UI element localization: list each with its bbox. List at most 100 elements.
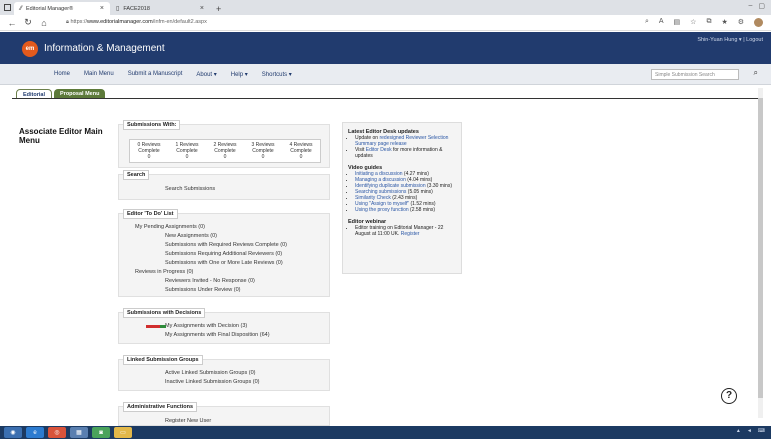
os-taskbar: ◉ e ◎ ▦ ◙ ▭ ▲ ◄ ⌨ xyxy=(0,426,771,439)
folder-icon[interactable]: ▭ xyxy=(114,427,132,438)
browser-tab-face2018[interactable]: ▯ FACE2018 × xyxy=(110,2,210,15)
tab-label: FACE2018 xyxy=(123,5,150,12)
panel-legend: Editor 'To Do' List xyxy=(123,209,178,219)
active-linked-groups[interactable]: Active Linked Submission Groups (0) xyxy=(165,370,255,376)
tab-label: Editorial Manager® xyxy=(26,5,74,12)
reviews-column[interactable]: 1 Reviews Complete 0 xyxy=(168,140,206,162)
search-icon[interactable]: ⌕ xyxy=(645,18,649,27)
profile-avatar[interactable] xyxy=(754,18,763,27)
update-item: Visit Editor Desk for more information &… xyxy=(355,147,456,159)
read-aloud-icon[interactable]: A xyxy=(659,18,664,27)
url-path: /infm-en/default2.aspx xyxy=(152,19,207,25)
extensions-icon[interactable]: ⚙ xyxy=(738,18,744,27)
close-icon[interactable]: × xyxy=(100,5,104,12)
linked-groups-panel: Linked Submission Groups Active Linked S… xyxy=(118,355,330,391)
language-icon[interactable]: ⌨ xyxy=(758,428,765,434)
column-count: 0 xyxy=(223,154,227,160)
main-nav: Home Main Menu Submit a Manuscript About… xyxy=(0,64,771,85)
todo-item[interactable]: New Assignments (0) xyxy=(165,233,217,239)
todo-item[interactable]: Reviewers Invited - No Response (0) xyxy=(165,278,255,284)
new-tab-icon[interactable]: + xyxy=(210,2,227,15)
user-menu[interactable]: Shin-Yuan Hung ▾ | Logout xyxy=(697,37,763,43)
document-icon: ▯ xyxy=(116,6,120,12)
reviews-column[interactable]: 2 Reviews Complete 0 xyxy=(206,140,244,162)
network-icon[interactable]: ▲ xyxy=(736,428,741,434)
column-count: 0 xyxy=(185,154,189,160)
decision-link[interactable]: My Assignments with Decision (3) xyxy=(165,323,247,329)
search-icon[interactable]: ⌕ xyxy=(754,68,758,78)
column-count: 0 xyxy=(299,154,303,160)
reviews-column[interactable]: 0 Reviews Complete 0 xyxy=(130,140,168,162)
editor-desk-updates: Latest Editor Desk updates Update on red… xyxy=(342,122,462,274)
app-icon[interactable]: ▦ xyxy=(70,427,88,438)
tab-favicon-icon: ⁄⁄ xyxy=(20,5,23,12)
decision-status-bar xyxy=(160,325,166,328)
column-count: 0 xyxy=(261,154,265,160)
panel-legend: Linked Submission Groups xyxy=(123,355,203,365)
favorite-icon[interactable]: ☆ xyxy=(690,18,696,27)
em-logo[interactable]: em xyxy=(22,41,38,57)
tab-actions-icon[interactable] xyxy=(0,0,14,15)
url-prefix: https:// xyxy=(70,19,87,25)
window-controls: – ▢ xyxy=(748,2,765,10)
panel-legend: Submissions with Decisions xyxy=(123,308,206,318)
reviews-table: 0 Reviews Complete 0 1 Reviews Complete 0 2 … xyxy=(129,139,321,163)
search-panel: Search Search Submissions xyxy=(118,170,330,200)
register-user-link[interactable]: Register New User xyxy=(165,418,211,424)
submission-search-input[interactable]: Simple Submission Search xyxy=(651,69,739,80)
todo-item[interactable]: Submissions Requiring Additional Reviewe… xyxy=(165,251,282,257)
inactive-linked-groups[interactable]: Inactive Linked Submission Groups (0) xyxy=(165,379,259,385)
maximize-icon[interactable]: ▢ xyxy=(758,2,765,10)
favorites-bar-icon[interactable]: ★ xyxy=(721,18,727,27)
nav-submit-manuscript[interactable]: Submit a Manuscript xyxy=(128,71,183,77)
minimize-icon[interactable]: – xyxy=(748,2,752,10)
submissions-with-panel: Submissions With: 0 Reviews Complete 0 1 R… xyxy=(118,120,330,168)
chat-icon[interactable]: ◙ xyxy=(92,427,110,438)
reviews-column[interactable]: 4 Reviews Complete 0 xyxy=(282,140,320,162)
nav-about[interactable]: About ▾ xyxy=(196,71,216,78)
reader-icon[interactable]: ▤ xyxy=(674,18,681,27)
todo-item[interactable]: Submissions with One or More Late Review… xyxy=(165,260,283,266)
decisions-panel: Submissions with Decisions My Assignment… xyxy=(118,308,330,344)
system-tray: ▲ ◄ ⌨ xyxy=(736,428,765,434)
nav-shortcuts[interactable]: Shortcuts ▾ xyxy=(262,71,292,78)
refresh-icon[interactable]: ↻ xyxy=(20,17,36,28)
panel-legend: Submissions With: xyxy=(123,120,181,130)
todo-item[interactable]: Submissions Under Review (0) xyxy=(165,287,241,293)
browser-tab-editorial-manager[interactable]: ⁄⁄ Editorial Manager® × xyxy=(14,2,110,15)
video-duration: (2.58 mins) xyxy=(408,207,436,213)
todo-panel: Editor 'To Do' List My Pending Assignmen… xyxy=(118,209,330,297)
back-icon[interactable]: ← xyxy=(4,18,20,28)
update-item: Update on redesigned Reviewer Selection … xyxy=(355,135,456,147)
reviews-column[interactable]: 3 Reviews Complete 0 xyxy=(244,140,282,162)
browser-toolbar: ⌕ A ▤ ☆ ⧉ ★ ⚙ xyxy=(645,18,763,27)
nav-home[interactable]: Home xyxy=(54,71,70,77)
nav-help[interactable]: Help ▾ xyxy=(231,71,248,78)
close-icon[interactable]: × xyxy=(200,5,204,12)
search-submissions-link[interactable]: Search Submissions xyxy=(165,186,215,192)
pending-assignments[interactable]: My Pending Assignments (0) xyxy=(135,224,205,230)
decision-status-bar xyxy=(146,325,160,328)
webinar-item: Editor training on Editorial Manager - 2… xyxy=(355,225,456,237)
panel-legend: Administrative Functions xyxy=(123,402,198,412)
page-scrollbar[interactable] xyxy=(758,88,763,418)
panel-legend: Search xyxy=(123,170,150,180)
reviews-in-progress[interactable]: Reviews in Progress (0) xyxy=(135,269,193,275)
home-icon[interactable]: ⌂ xyxy=(36,18,52,28)
journal-title: Information & Management xyxy=(44,43,165,54)
scrollbar-thumb[interactable] xyxy=(758,98,763,398)
help-button[interactable]: ? xyxy=(721,388,737,404)
volume-icon[interactable]: ◄ xyxy=(747,428,752,434)
url-domain: www.editorialmanager.com xyxy=(86,19,153,25)
url-field[interactable]: 🔒︎ https://www.editorialmanager.com/infm… xyxy=(66,19,645,26)
nav-main-menu[interactable]: Main Menu xyxy=(84,71,114,77)
final-disposition-link[interactable]: My Assignments with Final Disposition (6… xyxy=(165,332,270,338)
todo-item[interactable]: Submissions with Required Reviews Comple… xyxy=(165,242,287,248)
video-link[interactable]: Using the proxy function xyxy=(355,207,409,213)
browser-icon[interactable]: e xyxy=(26,427,44,438)
webinar-register-link[interactable]: Register xyxy=(401,231,420,237)
collections-icon[interactable]: ⧉ xyxy=(706,18,711,27)
start-icon[interactable]: ◉ xyxy=(4,427,22,438)
chrome-icon[interactable]: ◎ xyxy=(48,427,66,438)
address-bar: ← ↻ ⌂ 🔒︎ https://www.editorialmanager.co… xyxy=(0,15,771,31)
